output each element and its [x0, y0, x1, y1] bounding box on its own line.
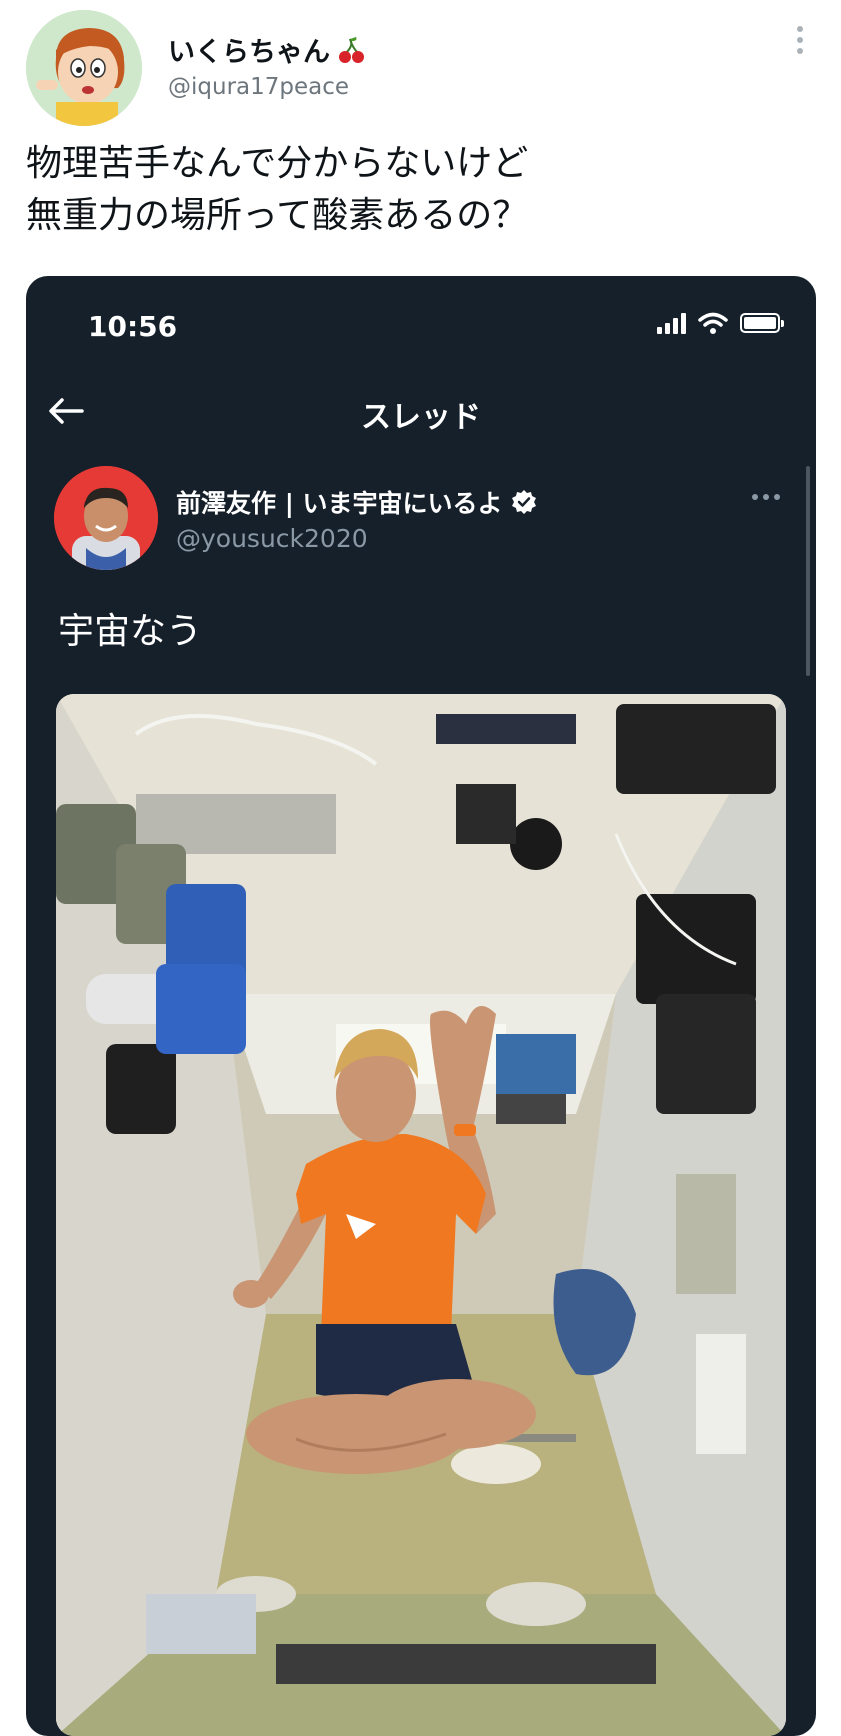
scrollbar[interactable]	[806, 466, 810, 676]
nav-title: スレッド	[361, 400, 481, 435]
wifi-icon	[698, 312, 728, 334]
verified-badge-icon	[511, 490, 536, 514]
display-name-text: 前澤友作 | いま宇宙にいるよ	[176, 489, 503, 518]
cartoon-avatar-icon	[26, 10, 142, 126]
more-options-icon[interactable]	[752, 494, 780, 500]
outer-display-name[interactable]: いくらちゃん	[168, 30, 366, 69]
tweet-display-name[interactable]: 前澤友作 | いま宇宙にいるよ	[176, 484, 537, 520]
more-options-icon[interactable]	[797, 26, 805, 58]
display-name-text: いくらちゃん	[168, 37, 330, 68]
signal-icon	[657, 312, 686, 334]
avatar[interactable]	[26, 10, 142, 126]
cherry-icon	[339, 36, 364, 63]
user-photo-avatar	[54, 466, 158, 570]
battery-icon	[740, 313, 784, 333]
status-icons	[657, 312, 784, 334]
outer-handle[interactable]: @iqura17peace	[168, 74, 349, 100]
tweet-photo[interactable]	[56, 694, 786, 1736]
tweet-handle[interactable]: @yousuck2020	[176, 524, 368, 553]
outer-tweet-header: いくらちゃん @iqura17peace	[0, 0, 841, 130]
tweet-text-line-1: 物理苦手なんで分からないけど	[26, 143, 529, 184]
avatar[interactable]	[54, 466, 158, 570]
space-station-photo	[56, 694, 786, 1736]
tweet-text: 宇宙なう	[58, 611, 203, 652]
outer-tweet-text: 物理苦手なんで分からないけど 無重力の場所って酸素あるの？	[26, 138, 806, 242]
status-time: 10:56	[88, 310, 178, 343]
embedded-screenshot[interactable]: 10:56 スレッド 前澤友作 | いま宇宙にいるよ @yousuck2020 …	[26, 276, 816, 1736]
tweet-text-line-2: 無重力の場所って酸素あるの？	[26, 195, 529, 236]
